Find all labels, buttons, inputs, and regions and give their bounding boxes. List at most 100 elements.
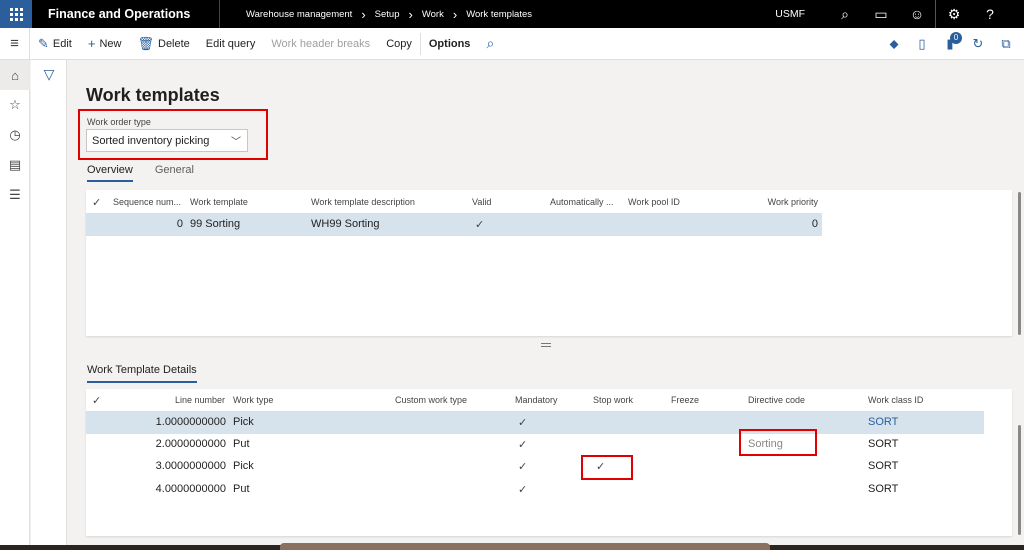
column-header[interactable]: Stop work (593, 395, 633, 405)
new-button[interactable]: + New (80, 28, 130, 60)
tab-general[interactable]: General (155, 164, 194, 182)
hamburger-menu-icon[interactable]: ≡ (0, 27, 30, 60)
column-header[interactable]: Automatically ... (550, 197, 614, 207)
tab-strip: Overview General (87, 164, 216, 182)
scrollbar[interactable] (1018, 192, 1021, 335)
edit-label: Edit (52, 37, 72, 50)
breadcrumb-item[interactable]: Warehouse management (246, 9, 352, 20)
smiley-icon[interactable]: ☺ (899, 0, 935, 28)
work-type-cell[interactable]: Put (233, 438, 250, 450)
work-type-cell[interactable]: Pick (233, 460, 254, 472)
table-row[interactable]: 2.0000000000 Put ✓ Sorting SORT (86, 434, 984, 456)
avatar[interactable] (1008, 0, 1024, 28)
help-icon[interactable]: ? (972, 0, 1008, 28)
mandatory-checkmark[interactable]: ✓ (518, 416, 527, 429)
edit-button[interactable]: ✎ Edit (30, 28, 80, 60)
delete-button[interactable]: 🗑 Delete (129, 28, 197, 60)
page-title: Work templates (86, 85, 220, 105)
description-cell[interactable]: WH99 Sorting (311, 218, 379, 230)
column-header[interactable]: Sequence num... (113, 197, 181, 207)
valid-checkmark[interactable]: ✓ (475, 218, 484, 231)
column-header[interactable]: Work template description (311, 197, 415, 207)
new-label: New (99, 37, 122, 50)
grid-header: ✓ Sequence num... Work template Work tem… (86, 196, 822, 214)
star-icon[interactable]: ☆ (0, 90, 30, 120)
os-dock[interactable] (280, 543, 770, 550)
search-icon[interactable]: ⌕ (827, 0, 863, 28)
column-header[interactable]: Freeze (671, 395, 699, 405)
sequence-cell: 0 (176, 218, 183, 230)
column-header[interactable]: Valid (472, 197, 491, 207)
column-header[interactable]: Directive code (748, 395, 805, 405)
line-number-cell: 2.0000000000 (155, 438, 226, 450)
select-all-checkbox[interactable]: ✓ (92, 196, 101, 209)
highlight-box (581, 455, 633, 480)
office-icon[interactable]: ▯ (908, 36, 936, 52)
work-template-cell[interactable]: 99 Sorting (190, 218, 240, 230)
column-header[interactable]: Work pool ID (628, 197, 680, 207)
column-header[interactable]: Work type (233, 395, 273, 405)
left-nav: ⌂ ☆ ◷ ▤ ☰ (0, 60, 30, 545)
refresh-icon[interactable]: ↻ (964, 36, 992, 52)
copy-button[interactable]: Copy (378, 28, 420, 60)
notification-badge: 0 (950, 32, 962, 44)
work-class-id-cell[interactable]: SORT (868, 438, 898, 450)
section-title[interactable]: Work Template Details (87, 364, 197, 383)
table-row[interactable]: 4.0000000000 Put ✓ SORT (86, 479, 984, 501)
table-row[interactable]: 3.0000000000 Pick ✓ ✓ SORT (86, 456, 984, 478)
work-class-id-cell[interactable]: SORT (868, 416, 898, 428)
options-tab[interactable]: Options (419, 32, 479, 55)
workspaces-icon[interactable]: ▤ (0, 150, 30, 180)
tab-overview[interactable]: Overview (87, 164, 133, 182)
waffle-icon (9, 7, 23, 21)
line-number-cell: 4.0000000000 (155, 483, 226, 495)
company-picker[interactable]: USMF (775, 8, 805, 20)
select-all-checkbox[interactable]: ✓ (92, 394, 101, 407)
priority-cell[interactable]: 0 (812, 218, 818, 230)
column-header[interactable]: Custom work type (395, 395, 467, 405)
scrollbar[interactable] (1018, 425, 1021, 535)
mandatory-checkmark[interactable]: ✓ (518, 460, 527, 473)
column-header[interactable]: Mandatory (515, 395, 558, 405)
app-launcher-button[interactable] (0, 0, 32, 28)
trash-icon: 🗑 (137, 35, 154, 51)
breadcrumb-item[interactable]: Work (422, 9, 444, 20)
gear-icon[interactable]: ⚙ (936, 0, 972, 28)
open-new-window-icon[interactable]: ⧉ (992, 36, 1020, 52)
breadcrumb-item[interactable]: Setup (375, 9, 400, 20)
column-header[interactable]: Work template (190, 197, 248, 207)
splitter-handle[interactable] (541, 343, 551, 347)
chevron-right-icon: › (452, 6, 458, 22)
table-row[interactable]: 0 99 Sorting WH99 Sorting ✓ 0 (86, 214, 822, 236)
work-type-cell[interactable]: Pick (233, 416, 254, 428)
home-icon[interactable]: ⌂ (0, 60, 30, 90)
grid-header: ✓ Line number Work type Custom work type… (86, 394, 984, 412)
line-number-cell: 3.0000000000 (155, 460, 226, 472)
modules-list-icon[interactable]: ☰ (0, 180, 30, 210)
attachments-icon[interactable]: ▮ 0 (936, 32, 964, 52)
breadcrumb-item[interactable]: Work templates (466, 9, 532, 20)
pencil-icon: ✎ (38, 35, 49, 51)
work-header-breaks-button[interactable]: Work header breaks (263, 28, 378, 60)
top-nav-bar: Finance and Operations Warehouse managem… (0, 0, 1024, 28)
table-row[interactable]: 1.0000000000 Pick ✓ SORT (86, 412, 984, 434)
app-title[interactable]: Finance and Operations (32, 0, 220, 28)
chat-icon[interactable]: ▭ (863, 0, 899, 28)
filter-icon[interactable]: ▽ (31, 60, 67, 88)
work-class-id-cell[interactable]: SORT (868, 483, 898, 495)
mandatory-checkmark[interactable]: ✓ (518, 438, 527, 451)
link-icon[interactable]: ⬥ (880, 36, 908, 52)
work-type-cell[interactable]: Put (233, 483, 250, 495)
clock-icon[interactable]: ◷ (0, 120, 30, 150)
breadcrumb: Warehouse management › Setup › Work › Wo… (220, 7, 532, 22)
filter-pane: ▽ (31, 60, 67, 545)
column-header[interactable]: Work class ID (868, 395, 923, 405)
column-header[interactable]: Work priority (768, 197, 818, 207)
plus-icon: + (87, 36, 96, 51)
work-templates-grid: ✓ Sequence num... Work template Work tem… (86, 190, 1012, 336)
edit-query-button[interactable]: Edit query (198, 28, 264, 60)
column-header[interactable]: Line number (175, 395, 225, 405)
work-class-id-cell[interactable]: SORT (868, 460, 898, 472)
search-icon[interactable]: ⌕ (478, 35, 502, 52)
mandatory-checkmark[interactable]: ✓ (518, 483, 527, 496)
